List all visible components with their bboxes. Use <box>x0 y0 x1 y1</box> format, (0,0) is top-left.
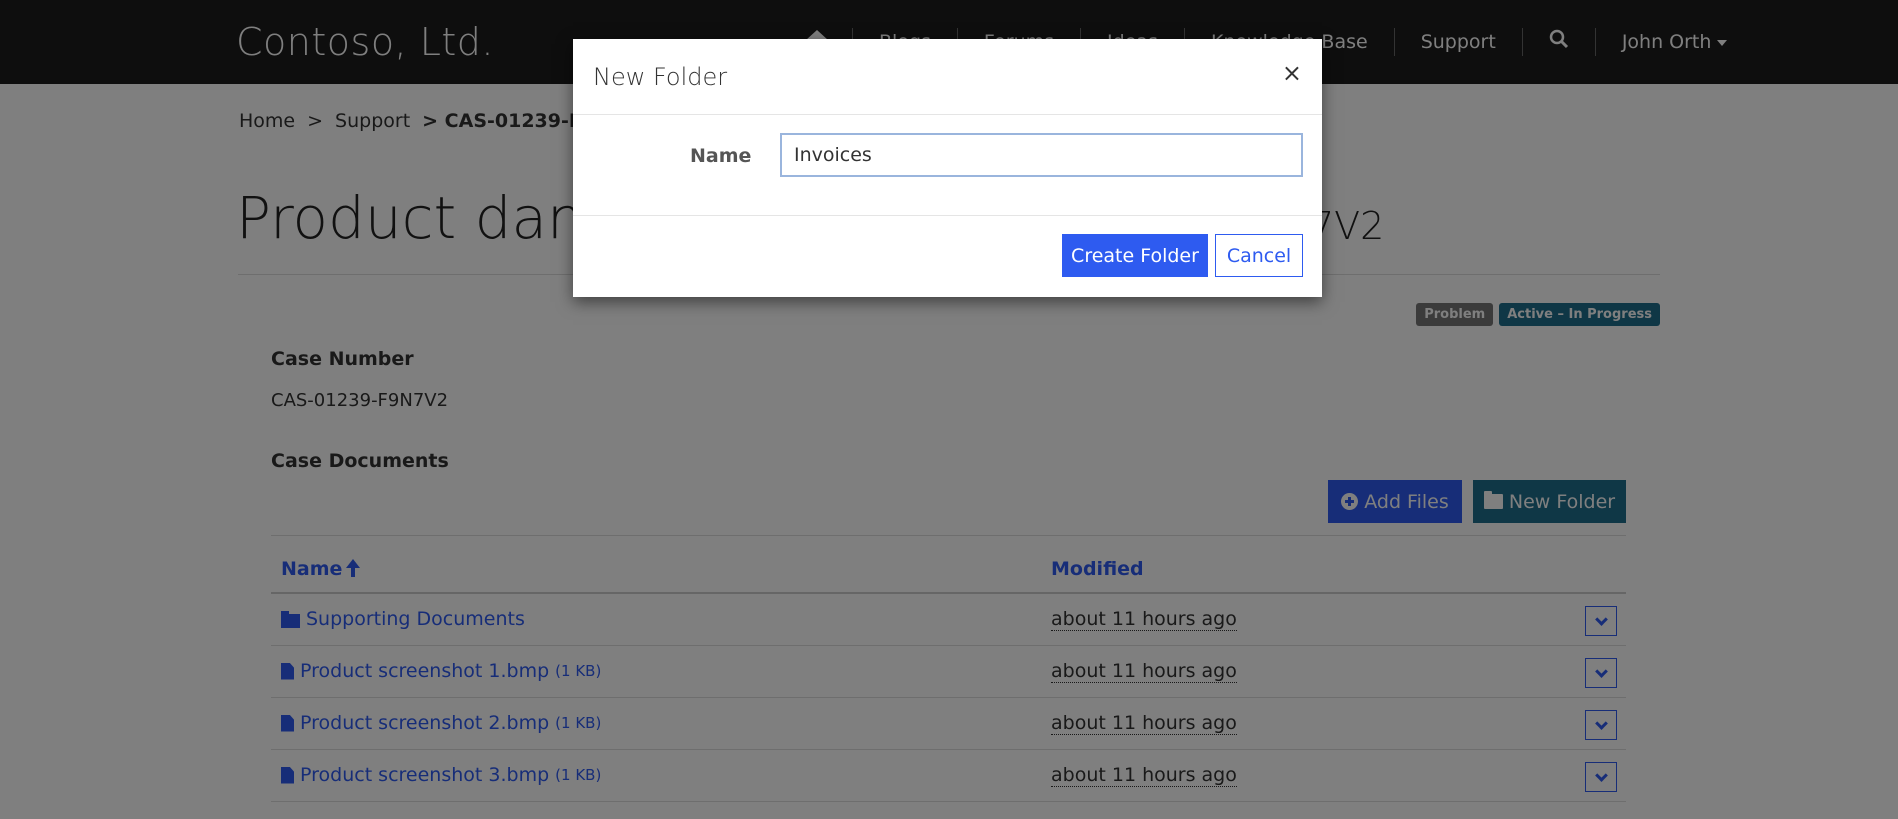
cancel-button[interactable]: Cancel <box>1215 234 1303 277</box>
modal-header: New Folder × <box>573 39 1322 115</box>
folder-name-label: Name <box>690 145 752 167</box>
new-folder-dialog: New Folder × Name Create Folder Cancel <box>573 39 1322 297</box>
folder-name-input[interactable] <box>780 133 1303 177</box>
modal-body: Name <box>573 115 1322 216</box>
create-folder-button[interactable]: Create Folder <box>1062 234 1208 277</box>
modal-footer: Create Folder Cancel <box>573 217 1322 297</box>
modal-title: New Folder <box>593 63 728 91</box>
close-icon[interactable]: × <box>1282 61 1302 85</box>
